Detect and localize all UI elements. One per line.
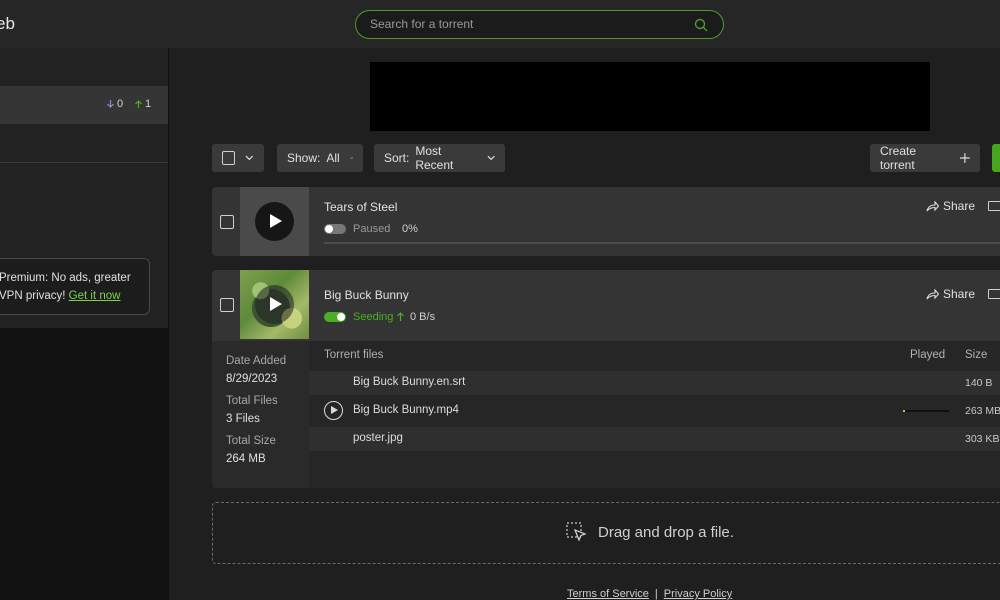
files-header-name: Torrent files [324, 349, 384, 361]
play-icon[interactable] [255, 285, 294, 324]
upload-count: 1 [134, 98, 151, 110]
chevron-down-icon [349, 157, 353, 159]
main-content: Show: All Sort: Most Recent Create torre… [169, 48, 1000, 600]
file-size: 263 MB [965, 405, 1000, 417]
pause-toggle[interactable] [324, 224, 346, 234]
torrent-card[interactable]: Big Buck Bunny Seeding 0 B/s Share Date … [212, 270, 1000, 488]
download-count: 0 [106, 98, 123, 110]
search-input[interactable] [370, 17, 670, 31]
play-icon[interactable] [255, 202, 294, 241]
files-panel: Torrent files Played Size Big Buck Bunny… [309, 341, 1000, 488]
files-header-played: Played [910, 349, 946, 361]
torrent-status: Paused [353, 223, 391, 235]
show-filter-label: Show: [287, 151, 321, 165]
drag-drop-icon [566, 522, 587, 542]
show-filter-dropdown[interactable]: Show: All [277, 144, 363, 172]
file-row[interactable]: Big Buck Bunny.mp4 263 MB [309, 399, 1000, 423]
top-bar: eb [0, 0, 1000, 48]
app-brand[interactable]: eb [0, 14, 15, 34]
show-filter-value: All [326, 151, 340, 165]
total-size-value: 264 MB [226, 453, 266, 465]
chevron-down-icon [487, 155, 495, 161]
big-buck-bunny-thumbnail[interactable] [240, 270, 309, 339]
torrent-speed: 0 B/s [410, 311, 436, 323]
search-icon[interactable] [693, 17, 709, 33]
date-added-label: Date Added [226, 355, 287, 367]
torrent-name[interactable]: Big Buck Bunny [324, 288, 409, 302]
total-size-label: Total Size [226, 435, 276, 447]
file-row[interactable]: poster.jpg 303 KB [309, 427, 1000, 451]
ad-banner [370, 62, 930, 131]
share-icon [926, 288, 939, 299]
sidebar-divider [0, 162, 168, 163]
upload-count-value: 1 [145, 98, 152, 110]
torrent-card[interactable]: Tears of Steel Paused 0% Share [212, 187, 1000, 256]
share-label: Share [943, 199, 976, 213]
get-premium-link[interactable]: Get it now [69, 290, 121, 302]
torrent-checkbox[interactable] [220, 298, 234, 312]
download-count-value: 0 [117, 98, 124, 110]
dropzone-text: Drag and drop a file. [598, 524, 734, 541]
sidebar-item-all-torrents[interactable]: 0 1 [0, 86, 168, 124]
sidebar: 0 1 Premium: No ads, greater VPN privacy… [0, 48, 168, 328]
file-name[interactable]: poster.jpg [353, 432, 403, 444]
torrent-status: Seeding [353, 311, 394, 323]
footer-separator: | [654, 588, 658, 600]
create-torrent-button[interactable]: Create torrent [870, 144, 980, 172]
total-files-label: Total Files [226, 395, 278, 407]
download-arrow-icon [107, 100, 114, 108]
select-all-dropdown[interactable] [212, 144, 264, 172]
sort-label: Sort: [384, 151, 410, 165]
upload-arrow-icon [135, 100, 142, 108]
terms-link[interactable]: Terms of Service [567, 588, 649, 600]
share-label: Share [943, 287, 976, 301]
played-progress-fill [903, 410, 906, 412]
footer: Terms of Service | Privacy Policy [567, 588, 732, 600]
select-all-checkbox[interactable] [222, 151, 236, 165]
files-header-size: Size [965, 349, 988, 361]
folder-icon[interactable] [988, 201, 1000, 211]
file-size: 303 KB [965, 433, 1000, 445]
privacy-link[interactable]: Privacy Policy [664, 588, 732, 600]
date-added-value: 8/29/2023 [226, 373, 278, 385]
sort-value: Most Recent [415, 144, 454, 172]
plus-icon [960, 153, 970, 163]
played-progress-bar [903, 410, 949, 412]
folder-icon[interactable] [988, 289, 1000, 299]
promo-line-2: VPN privacy! Get it now [0, 287, 149, 305]
share-icon [926, 200, 939, 211]
total-files-value: 3 Files [226, 413, 260, 425]
torrent-thumbnail[interactable] [240, 187, 309, 256]
file-row[interactable]: Big Buck Bunny.en.srt 140 B [309, 371, 1000, 395]
file-dropzone[interactable]: Drag and drop a file. [212, 502, 1000, 564]
file-name[interactable]: Big Buck Bunny.mp4 [353, 404, 459, 416]
share-button[interactable]: Share [926, 287, 975, 301]
torrent-progress-bar [324, 242, 1000, 244]
promo-line-1: Premium: No ads, greater [0, 272, 131, 284]
file-size: 140 B [965, 377, 993, 389]
upload-arrow-icon [397, 312, 404, 321]
file-name[interactable]: Big Buck Bunny.en.srt [353, 376, 465, 388]
seeding-toggle[interactable] [324, 312, 346, 322]
torrent-checkbox[interactable] [220, 215, 234, 229]
add-torrent-button[interactable] [992, 144, 1000, 172]
torrent-name[interactable]: Tears of Steel [324, 200, 397, 214]
share-button[interactable]: Share [926, 199, 975, 213]
create-torrent-label: Create torrent [880, 144, 917, 172]
promo-line-2-text: VPN privacy! [0, 290, 66, 302]
chevron-down-icon [245, 155, 254, 161]
torrent-progress-percent: 0% [402, 223, 418, 235]
premium-promo: Premium: No ads, greater VPN privacy! Ge… [0, 258, 150, 315]
sort-dropdown[interactable]: Sort: Most Recent [374, 144, 505, 172]
torrent-details: Date Added 8/29/2023 Total Files 3 Files… [212, 341, 1000, 488]
search-box[interactable] [355, 10, 724, 39]
play-file-icon[interactable] [324, 401, 343, 420]
